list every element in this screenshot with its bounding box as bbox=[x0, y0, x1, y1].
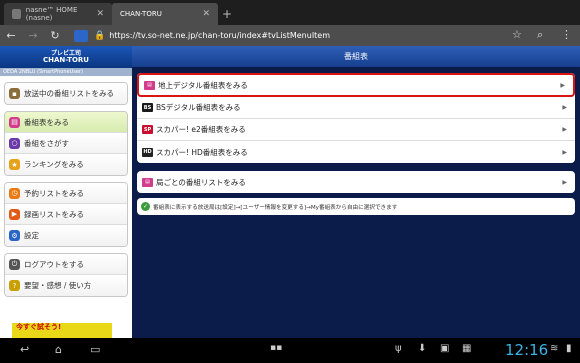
list-item-skyperfect-e2[interactable]: SP スカパー! e2番組表をみる ▶ bbox=[137, 119, 575, 141]
sidebar-item-label: ログアウトをする bbox=[24, 259, 84, 269]
check-icon: ✓ bbox=[141, 202, 150, 211]
back-icon[interactable]: ← bbox=[0, 29, 22, 42]
channel-list-box: ▤ 局ごとの番組リストをみる ▶ bbox=[137, 171, 575, 193]
terrestrial-icon: ▤ bbox=[144, 80, 155, 90]
logo-text-sub: CHAN-TORU bbox=[43, 56, 89, 64]
ranking-icon: ★ bbox=[9, 159, 20, 170]
search-icon[interactable]: ⌕ bbox=[537, 28, 543, 42]
download-icon: ⬇ bbox=[418, 343, 427, 354]
sidebar-item-label: 放送中の番組リストをみる bbox=[24, 89, 114, 98]
logo: プレビ工司 CHAN-TORU bbox=[0, 46, 132, 68]
sidebar-item-live-list[interactable]: ▪ 放送中の番組リストをみる bbox=[5, 83, 127, 104]
sidebar-item-label: 要望・感想 / 使い方 bbox=[24, 281, 92, 290]
sidebar-item-label: ランキングをみる bbox=[24, 160, 84, 169]
guide-list: ▤ 地上デジタル番組表をみる ▶ BS BSデジタル番組表をみる ▶ SP スカ… bbox=[137, 73, 575, 163]
battery-icon: ▮ bbox=[566, 343, 572, 354]
list-item-label: BSデジタル番組表をみる bbox=[156, 103, 241, 112]
tv-status-icon: ▦ bbox=[462, 343, 472, 354]
record-icon: ▶ bbox=[9, 208, 20, 220]
sidebar-item-label: 番組をさがす bbox=[24, 138, 69, 148]
sidebar-item-recordings[interactable]: ▶ 録画リストをみる bbox=[5, 204, 127, 225]
sidebar-item-logout[interactable]: ⏻ ログアウトをする bbox=[5, 254, 127, 275]
sidebar-group-account: ⏻ ログアウトをする ? 要望・感想 / 使い方 bbox=[4, 253, 128, 297]
sidebar-item-search[interactable]: ○ 番組をさがす bbox=[5, 133, 127, 154]
logout-icon: ⏻ bbox=[9, 258, 20, 270]
tab-chan-toru[interactable]: CHAN-TORU ✕ bbox=[112, 3, 218, 25]
channel-list-icon: ▤ bbox=[142, 177, 153, 187]
list-item-label: 局ごとの番組リストをみる bbox=[156, 177, 246, 187]
arrow-right-icon: ▶ bbox=[562, 178, 567, 186]
arrow-right-icon: ▶ bbox=[562, 148, 567, 156]
wifi-icon: ≋ bbox=[550, 343, 559, 354]
main-panel: 番組表 ▤ 地上デジタル番組表をみる ▶ BS BSデジタル番組表をみる ▶ S… bbox=[132, 46, 580, 338]
sidebar-group-recording: ◷ 予約リストをみる ▶ 録画リストをみる ⚙ 設定 bbox=[4, 182, 128, 247]
system-nav-bar: ↩ ⌂ ▭ ▪▪ ψ ⬇ ▣ ▦ 12:16 ≋ ▮ bbox=[0, 338, 580, 363]
user-id: OEDA 2NBLU (SmartPhoneUser) bbox=[0, 68, 132, 76]
tab-nasne-home[interactable]: nasne™ HOME (nasne) ✕ bbox=[4, 3, 112, 25]
page-content: プレビ工司 CHAN-TORU OEDA 2NBLU (SmartPhoneUs… bbox=[0, 46, 580, 338]
list-item-terrestrial[interactable]: ▤ 地上デジタル番組表をみる ▶ bbox=[137, 73, 575, 97]
list-item-label: スカパー! HD番組表をみる bbox=[156, 147, 248, 157]
clock-icon: ◷ bbox=[9, 187, 20, 199]
sidebar-item-label: 録画リストをみる bbox=[24, 209, 84, 219]
list-item-channel-list[interactable]: ▤ 局ごとの番組リストをみる ▶ bbox=[137, 171, 575, 193]
sidebar: プレビ工司 CHAN-TORU OEDA 2NBLU (SmartPhoneUs… bbox=[0, 46, 132, 338]
list-item-label: 地上デジタル番組表をみる bbox=[158, 80, 248, 90]
sidebar-item-guide[interactable]: ▤ 番組表をみる bbox=[5, 112, 127, 133]
guide-icon: ▤ bbox=[9, 116, 20, 128]
promo-banner-text: 今すぐ試そう! bbox=[16, 323, 62, 331]
arrow-right-icon: ▶ bbox=[560, 81, 565, 89]
tab-label: CHAN-TORU bbox=[120, 10, 162, 18]
sidebar-group-live: ▪ 放送中の番組リストをみる bbox=[4, 82, 128, 105]
list-item-label: スカパー! e2番組表をみる bbox=[156, 125, 246, 134]
close-tab-icon[interactable]: ✕ bbox=[96, 9, 104, 19]
forward-icon[interactable]: → bbox=[22, 29, 44, 42]
search-program-icon: ○ bbox=[9, 137, 20, 149]
star-icon[interactable]: ☆ bbox=[512, 28, 522, 41]
arrow-right-icon: ▶ bbox=[562, 126, 567, 133]
info-note-text: 番組表に表示する放送局は[設定]→[ユーザー情報を変更する]→My番組表から自由… bbox=[153, 204, 398, 211]
promo-banner[interactable]: 今すぐ試そう! bbox=[12, 323, 112, 338]
back-nav-icon[interactable]: ↩ bbox=[20, 343, 29, 356]
reload-icon[interactable]: ↻ bbox=[44, 29, 66, 42]
browser-tab-bar: nasne™ HOME (nasne) ✕ CHAN-TORU ✕ + bbox=[0, 0, 580, 25]
favicon-icon bbox=[12, 9, 21, 19]
gear-icon: ⚙ bbox=[9, 230, 20, 241]
bs-icon: BS bbox=[142, 103, 153, 112]
tv-icon: ▪ bbox=[9, 88, 20, 99]
sidebar-item-label: 予約リストをみる bbox=[24, 188, 84, 198]
notification-icon: ▪▪ bbox=[270, 343, 283, 353]
sidebar-item-label: 設定 bbox=[24, 231, 39, 240]
sidebar-item-settings[interactable]: ⚙ 設定 bbox=[5, 225, 127, 246]
home-nav-icon[interactable]: ⌂ bbox=[55, 343, 62, 356]
new-tab-icon[interactable]: + bbox=[222, 7, 232, 21]
hd-icon: HD bbox=[142, 147, 153, 157]
site-icon bbox=[74, 29, 88, 42]
info-note: ✓ 番組表に表示する放送局は[設定]→[ユーザー情報を変更する]→My番組表から… bbox=[137, 198, 575, 215]
lock-icon: 🔒 bbox=[94, 30, 106, 41]
close-tab-icon[interactable]: ✕ bbox=[202, 9, 210, 19]
skyperfect-icon: SP bbox=[142, 125, 153, 134]
sidebar-item-reservations[interactable]: ◷ 予約リストをみる bbox=[5, 183, 127, 204]
sidebar-item-ranking[interactable]: ★ ランキングをみる bbox=[5, 154, 127, 175]
sidebar-item-feedback[interactable]: ? 要望・感想 / 使い方 bbox=[5, 275, 127, 296]
tab-label: nasne™ HOME (nasne) bbox=[25, 6, 78, 22]
sidebar-group-programs: ▤ 番組表をみる ○ 番組をさがす ★ ランキングをみる bbox=[4, 111, 128, 176]
usb-icon: ψ bbox=[395, 343, 402, 354]
clock: 12:16 bbox=[505, 341, 549, 359]
page-title: 番組表 bbox=[132, 46, 580, 67]
image-icon: ▣ bbox=[440, 343, 450, 354]
feedback-icon: ? bbox=[9, 280, 20, 291]
url-input[interactable]: https://tv.so-net.ne.jp/chan-toru/index#… bbox=[109, 31, 330, 40]
list-item-bs[interactable]: BS BSデジタル番組表をみる ▶ bbox=[137, 97, 575, 119]
address-bar: ← → ↻ 🔒 https://tv.so-net.ne.jp/chan-tor… bbox=[0, 25, 580, 46]
recent-apps-icon[interactable]: ▭ bbox=[90, 343, 100, 356]
sidebar-item-label: 番組表をみる bbox=[24, 117, 69, 127]
arrow-right-icon: ▶ bbox=[562, 104, 567, 111]
menu-icon[interactable]: ⋮ bbox=[561, 28, 572, 41]
list-item-skyperfect-hd[interactable]: HD スカパー! HD番組表をみる ▶ bbox=[137, 141, 575, 163]
